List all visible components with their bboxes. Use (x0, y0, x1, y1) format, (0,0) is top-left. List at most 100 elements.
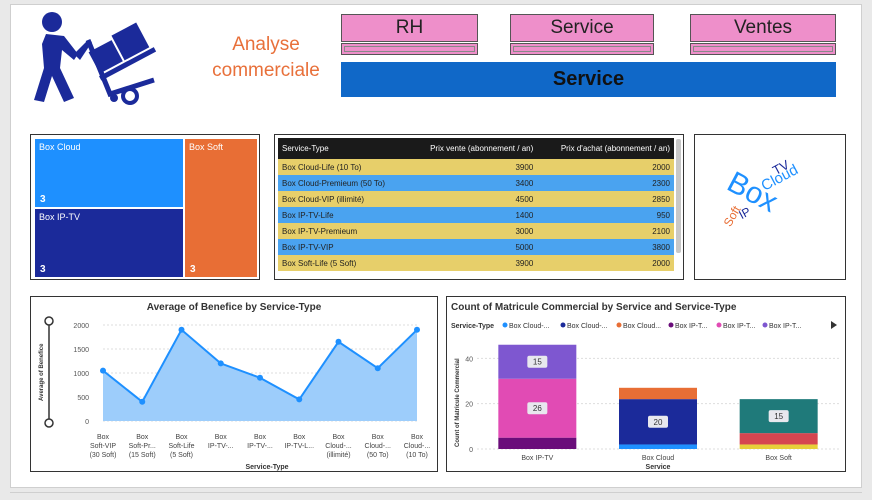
x-tick-label: Box (332, 434, 345, 441)
legend-swatch (616, 322, 622, 328)
y-tick-label: 500 (77, 395, 89, 402)
x-tick-label: (illimité) (326, 452, 350, 459)
table-cell: 3900 (515, 162, 534, 172)
table-row[interactable]: Box IP-TV-VIP 5000 3800 (278, 239, 674, 255)
x-tick-label: IP-TV-... (208, 443, 234, 450)
x-tick-label: Box (372, 434, 385, 441)
legend-next-icon[interactable] (831, 321, 837, 329)
table-row[interactable]: Box Cloud-Life (10 To) 3900 2000 (278, 159, 674, 175)
x-axis-label: Service (646, 464, 671, 471)
table-cell: 3800 (652, 242, 670, 252)
table-cell: 950 (656, 210, 670, 220)
y-axis-label: Count of Matricule Commercial (455, 358, 461, 447)
x-tick-label: Box (293, 434, 306, 441)
price-table-viewport: Service-Type Prix vente (abonnement / an… (278, 138, 674, 279)
column-header[interactable]: Service-Type (278, 138, 408, 159)
treemap-cell-label: Box IP-TV (39, 212, 81, 222)
nav-button-service[interactable]: Service (510, 14, 654, 42)
legend-item: Box Cloud-... (567, 323, 608, 330)
legend-item: Box IP-T... (769, 323, 801, 330)
bar-segment[interactable] (619, 387, 697, 400)
table-cell: 2000 (652, 258, 670, 268)
zoom-slider-handle[interactable] (44, 316, 54, 326)
table-cell: Box IP-TV-Premieum (282, 226, 358, 236)
table-row[interactable]: Box IP-TV-Premieum 3000 2100 (278, 223, 674, 239)
bar-segment[interactable] (739, 444, 818, 449)
bar-segment[interactable] (739, 433, 818, 445)
treemap-cell-count: 3 (40, 264, 46, 275)
data-point[interactable] (296, 396, 303, 403)
table-scrollbar[interactable] (676, 139, 681, 253)
x-tick-label: (5 Soft) (170, 452, 193, 459)
table-row[interactable]: Box Cloud-VIP (illimité) 4500 2850 (278, 191, 674, 207)
table-cell: 4500 (515, 194, 534, 204)
x-tick-label: Box (215, 434, 228, 441)
nav-button-ventes[interactable]: Ventes (690, 14, 836, 42)
treemap-panel: Box Cloud 3 Box Soft 3 Box IP-TV 3 (30, 134, 260, 280)
bar-segment[interactable] (619, 444, 697, 449)
x-tick-label: (10 To) (406, 452, 428, 459)
data-point[interactable] (100, 367, 106, 374)
page-divider (10, 492, 862, 496)
table-cell: 5000 (515, 242, 534, 252)
treemap-cell-box-soft[interactable]: Box Soft 3 (185, 139, 257, 277)
legend-swatch (762, 322, 768, 328)
data-point[interactable] (257, 374, 263, 381)
legend-swatch (560, 322, 566, 328)
column-header[interactable]: Prix d'achat (abonnement / an) (537, 138, 674, 159)
legend-title: Service-Type (451, 323, 494, 330)
treemap-cell-label: Box Cloud (39, 142, 81, 152)
y-tick-label: 0 (85, 419, 89, 426)
price-table: Service-Type Prix vente (abonnement / an… (278, 138, 674, 271)
data-label: 15 (533, 358, 542, 367)
column-header[interactable]: Prix vente (abonnement / an) (407, 138, 538, 159)
nav-button-rh[interactable]: RH (341, 14, 478, 42)
legend-swatch (668, 322, 674, 328)
chart-title: Average of Benefice by Service-Type (147, 302, 322, 313)
legend-swatch (502, 322, 508, 328)
table-row[interactable]: Box Soft-Life (5 Soft) 3900 2000 (278, 255, 674, 271)
nav-rh-slicer[interactable] (341, 43, 478, 55)
wordcloud: Box Cloud TV IP Soft (721, 157, 801, 229)
table-row[interactable]: Box IP-TV-Life 1400 950 (278, 207, 674, 223)
y-tick-label: 20 (465, 402, 473, 409)
table-cell: Box IP-TV-VIP (282, 242, 334, 252)
x-tick-label: Box Soft (765, 455, 792, 462)
price-table-panel: Service-Type Prix vente (abonnement / an… (274, 134, 684, 280)
table-row[interactable]: Box Cloud-Premieum (50 To) 3400 2300 (278, 175, 674, 191)
data-point[interactable] (217, 360, 224, 367)
treemap-cell-box-cloud[interactable]: Box Cloud 3 (35, 139, 183, 207)
nav-service-slicer[interactable] (510, 43, 654, 55)
data-point[interactable] (335, 338, 342, 345)
y-tick-label: 2000 (73, 323, 89, 330)
matricule-bar-chart-panel: Count of Matricule Commercial by Service… (446, 296, 846, 472)
data-point[interactable] (178, 326, 185, 333)
x-tick-label: (30 Soft) (90, 452, 117, 459)
nav-ventes-slicer[interactable] (690, 43, 836, 55)
bar-segment[interactable] (498, 437, 577, 449)
wordcloud-panel: Box Cloud TV IP Soft (694, 134, 846, 280)
y-tick-label: 1000 (73, 371, 89, 378)
legend-item: Box Cloud-... (509, 323, 550, 330)
data-label: 20 (654, 418, 663, 427)
table-cell: Box Cloud-Premieum (50 To) (282, 178, 386, 188)
x-tick-label: Cloud-... (365, 443, 392, 450)
treemap-cell-box-iptv[interactable]: Box IP-TV 3 (35, 209, 183, 277)
zoom-slider-handle[interactable] (44, 418, 54, 428)
data-point[interactable] (414, 326, 420, 333)
legend-item: Box Cloud... (623, 323, 661, 330)
table-cell: 2850 (652, 194, 670, 204)
legend-item: Box IP-T... (675, 323, 707, 330)
table-cell: 3900 (515, 258, 534, 268)
table-header-row: Service-Type Prix vente (abonnement / an… (278, 138, 674, 159)
table-cell: 1400 (515, 210, 534, 220)
chart-title: Count of Matricule Commercial by Service… (451, 302, 737, 313)
treemap-cell-count: 3 (40, 194, 46, 205)
x-tick-label: Box (254, 434, 267, 441)
x-tick-label: (15 Soft) (129, 452, 156, 459)
x-tick-label: Box (411, 434, 424, 441)
x-tick-label: Soft-Life (168, 443, 194, 450)
data-point[interactable] (139, 398, 146, 405)
x-tick-label: Box (175, 434, 188, 441)
data-point[interactable] (374, 365, 381, 372)
